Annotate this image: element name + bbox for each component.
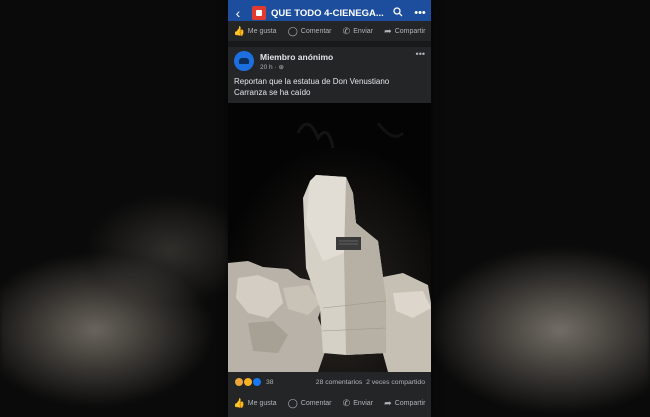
globe-icon: ⊕ <box>278 64 284 71</box>
back-icon[interactable]: ‹ <box>228 5 248 21</box>
share-icon: ➦ <box>384 397 392 408</box>
post-meta: 20 h · ⊕ <box>260 64 284 71</box>
search-icon[interactable] <box>387 6 409 20</box>
like-label: Me gusta <box>247 399 277 407</box>
share-button[interactable]: ➦ Compartir <box>384 398 425 409</box>
group-title[interactable]: QUE TODO 4-CIENEGA... <box>271 8 387 19</box>
like-icon: 👍 <box>233 25 245 36</box>
post-photo[interactable] <box>228 103 431 372</box>
post-header: Miembro anónimo 20 h · ⊕ ••• <box>228 48 431 74</box>
share-label: Compartir <box>394 399 426 407</box>
top-action-bar: 👍 Me gusta ◯ Comentar ✆ Enviar ➦ Compart… <box>228 21 431 41</box>
send-button[interactable]: ✆ Enviar <box>343 398 373 409</box>
share-label: Compartir <box>394 27 426 35</box>
send-button[interactable]: ✆ Enviar <box>343 26 373 37</box>
send-label: Enviar <box>353 399 374 407</box>
like-button[interactable]: 👍 Me gusta <box>234 398 277 409</box>
share-button[interactable]: ➦ Compartir <box>384 26 425 37</box>
more-icon[interactable]: ••• <box>409 7 431 19</box>
share-icon: ➦ <box>384 25 392 36</box>
post-text: Reportan que la estatua de Don Venustian… <box>234 77 390 97</box>
like-label: Me gusta <box>247 27 277 35</box>
comment-label: Comentar <box>300 399 332 407</box>
comment-icon: ◯ <box>287 25 298 36</box>
reaction-icons[interactable] <box>234 377 262 387</box>
like-reaction-icon <box>252 377 262 387</box>
group-avatar[interactable] <box>252 6 266 20</box>
reactions-row: 38 28 comentarios 2 veces compartido <box>228 375 431 389</box>
send-label: Enviar <box>353 27 374 35</box>
post-more-icon[interactable]: ••• <box>416 49 425 59</box>
reaction-count[interactable]: 38 <box>266 379 274 386</box>
comments-shares: 28 comentarios 2 veces compartido <box>316 379 425 386</box>
shares-count[interactable]: 2 veces compartido <box>366 379 425 386</box>
comment-button[interactable]: ◯ Comentar <box>288 398 332 409</box>
comment-label: Comentar <box>300 27 332 35</box>
post-time[interactable]: 20 h <box>260 64 273 71</box>
statue-photo-image <box>228 103 431 372</box>
like-button[interactable]: 👍 Me gusta <box>234 26 277 37</box>
avatar[interactable] <box>234 51 254 71</box>
like-icon: 👍 <box>233 397 245 408</box>
send-icon: ✆ <box>342 25 351 36</box>
phone-screen: ‹ QUE TODO 4-CIENEGA... ••• 👍 Me gusta ◯… <box>228 0 431 417</box>
send-icon: ✆ <box>342 397 351 408</box>
comment-icon: ◯ <box>287 397 298 408</box>
bottom-action-bar: 👍 Me gusta ◯ Comentar ✆ Enviar ➦ Compart… <box>228 393 431 413</box>
feed-divider <box>228 41 431 47</box>
post-author[interactable]: Miembro anónimo <box>260 52 333 62</box>
comment-button[interactable]: ◯ Comentar <box>288 26 332 37</box>
comments-count[interactable]: 28 comentarios <box>316 379 362 386</box>
